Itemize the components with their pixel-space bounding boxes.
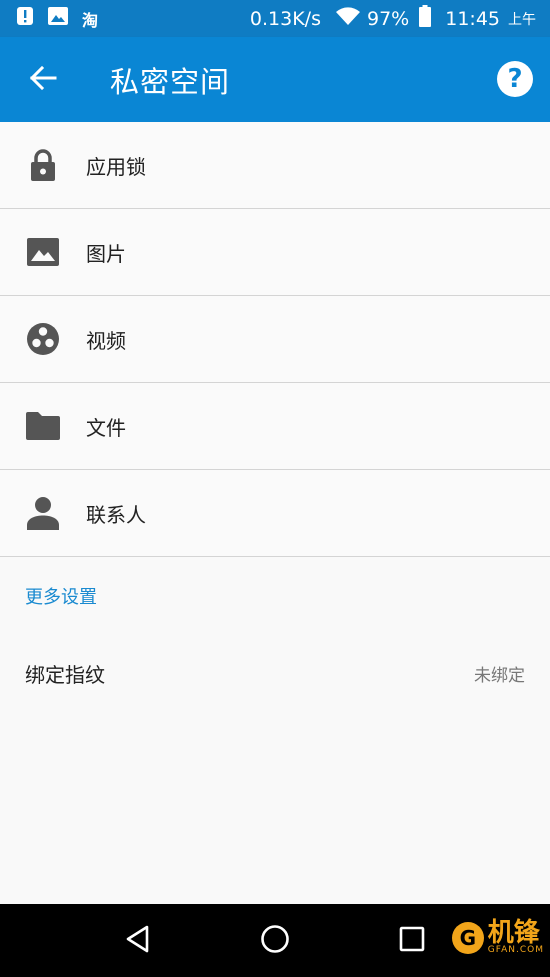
more-settings-header: 更多设置 bbox=[25, 587, 97, 608]
back-button[interactable] bbox=[13, 50, 73, 110]
fingerprint-status: 未绑定 bbox=[474, 665, 525, 686]
nav-back-button[interactable] bbox=[119, 922, 157, 960]
nav-home-button[interactable] bbox=[256, 922, 294, 960]
square-recents-icon bbox=[399, 926, 425, 956]
notification-alert-icon bbox=[16, 6, 34, 31]
gfan-name: 机锋 bbox=[487, 918, 540, 948]
gfan-watermark: G 机锋 GFAN.COM bbox=[451, 920, 544, 955]
list-item-label: 联系人 bbox=[86, 502, 146, 527]
gfan-domain: GFAN.COM bbox=[487, 945, 544, 955]
private-space-list: 应用锁 图片 视频 文件 联系人 bbox=[0, 122, 550, 557]
clock-ampm: 上午 bbox=[508, 11, 536, 28]
list-item-videos[interactable]: 视频 bbox=[0, 296, 550, 383]
list-item-contacts[interactable]: 联系人 bbox=[0, 470, 550, 557]
battery-icon bbox=[419, 5, 432, 32]
fingerprint-label: 绑定指纹 bbox=[25, 662, 105, 687]
image-icon bbox=[48, 7, 68, 30]
status-bar-right: 0.13K/s 97% 11:45 上午 bbox=[250, 5, 536, 32]
video-reel-icon bbox=[25, 321, 61, 357]
triangle-back-icon bbox=[125, 925, 151, 957]
taobao-icon: 淘 bbox=[82, 10, 99, 30]
list-item-label: 图片 bbox=[86, 241, 126, 266]
list-item-app-lock[interactable]: 应用锁 bbox=[0, 122, 550, 209]
list-item-label: 视频 bbox=[86, 328, 126, 353]
nav-recents-button[interactable] bbox=[393, 922, 431, 960]
status-bar: 淘 0.13K/s 97% 11:45 上午 bbox=[0, 0, 550, 37]
folder-icon bbox=[25, 408, 61, 444]
gfan-logo-icon: G bbox=[451, 921, 484, 954]
app-bar: 私密空间 ? bbox=[0, 37, 550, 122]
arrow-back-icon bbox=[29, 65, 57, 94]
battery-percent: 97% bbox=[367, 7, 410, 30]
person-icon bbox=[25, 495, 61, 531]
navigation-bar: G 机锋 GFAN.COM bbox=[0, 904, 550, 977]
clock: 11:45 bbox=[445, 7, 500, 30]
image-icon bbox=[25, 234, 61, 270]
status-bar-left: 淘 bbox=[16, 6, 98, 31]
list-item-label: 应用锁 bbox=[86, 154, 146, 179]
gfan-watermark-text: 机锋 GFAN.COM bbox=[488, 920, 544, 955]
circle-home-icon bbox=[260, 924, 290, 958]
page-title: 私密空间 bbox=[110, 64, 231, 99]
list-item-pictures[interactable]: 图片 bbox=[0, 209, 550, 296]
fingerprint-setting[interactable]: 绑定指纹 未绑定 bbox=[0, 640, 550, 706]
list-item-files[interactable]: 文件 bbox=[0, 383, 550, 470]
wifi-icon bbox=[335, 6, 361, 31]
lock-icon bbox=[25, 147, 61, 183]
net-speed: 0.13K/s bbox=[249, 7, 321, 30]
help-button[interactable]: ? bbox=[497, 61, 533, 97]
list-item-label: 文件 bbox=[86, 415, 126, 440]
help-icon: ? bbox=[507, 64, 523, 94]
